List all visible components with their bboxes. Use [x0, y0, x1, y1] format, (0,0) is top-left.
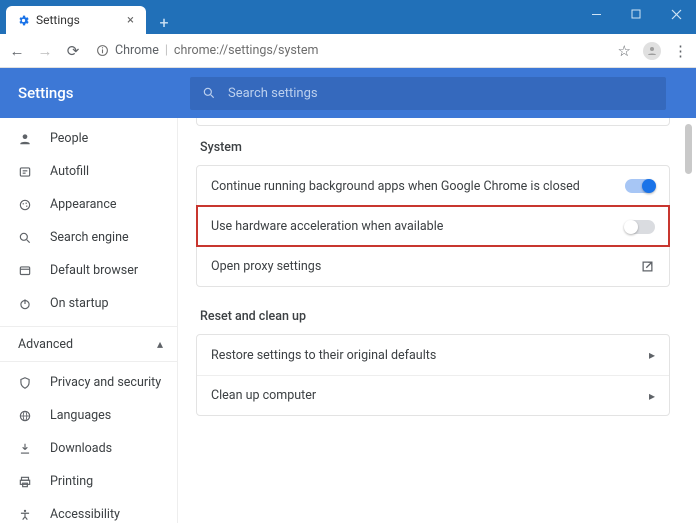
settings-search[interactable]: [190, 77, 666, 110]
sidebar-item-languages[interactable]: Languages: [0, 399, 177, 432]
sidebar-item-downloads[interactable]: Downloads: [0, 432, 177, 465]
setting-restore-defaults[interactable]: Restore settings to their original defau…: [197, 335, 669, 375]
minimize-button[interactable]: [576, 0, 616, 28]
sidebar-item-appearance[interactable]: Appearance: [0, 188, 177, 221]
back-button[interactable]: ←: [8, 42, 26, 60]
sidebar-item-label: Autofill: [50, 164, 89, 179]
sidebar-item-label: Search engine: [50, 230, 129, 245]
sidebar-item-label: Downloads: [50, 441, 112, 456]
sidebar-item-label: Appearance: [50, 197, 117, 212]
bookmark-star-icon[interactable]: ☆: [618, 42, 631, 60]
sidebar-item-label: Default browser: [50, 263, 138, 278]
sidebar-item-label: Printing: [50, 474, 93, 489]
search-icon: [18, 231, 34, 245]
autofill-icon: [18, 165, 34, 179]
tab-title: Settings: [36, 13, 80, 27]
reset-card: Restore settings to their original defau…: [196, 334, 670, 416]
person-icon: [18, 132, 34, 146]
setting-label: Use hardware acceleration when available: [211, 219, 443, 234]
profile-avatar[interactable]: [643, 42, 661, 60]
sidebar-item-default-browser[interactable]: Default browser: [0, 254, 177, 287]
download-icon: [18, 442, 34, 456]
previous-card-edge: [196, 118, 670, 126]
close-icon[interactable]: ×: [125, 13, 136, 28]
chevron-up-icon: ▴: [157, 337, 163, 351]
new-tab-button[interactable]: +: [152, 10, 176, 34]
sidebar-item-accessibility[interactable]: Accessibility: [0, 498, 177, 523]
setting-label: Open proxy settings: [211, 259, 321, 274]
settings-search-input[interactable]: [228, 86, 654, 101]
sidebar-item-search-engine[interactable]: Search engine: [0, 221, 177, 254]
system-card: Continue running background apps when Go…: [196, 165, 670, 287]
browser-tab-settings[interactable]: Settings ×: [6, 6, 146, 34]
setting-hardware-acceleration[interactable]: Use hardware acceleration when available: [197, 206, 669, 246]
sidebar-item-label: Languages: [50, 408, 111, 423]
window-controls: [576, 0, 696, 28]
sidebar-item-on-startup[interactable]: On startup: [0, 287, 177, 320]
shield-icon: [18, 376, 34, 390]
sidebar-item-label: On startup: [50, 296, 108, 311]
menu-kebab-icon[interactable]: ⋮: [673, 42, 688, 60]
setting-background-apps[interactable]: Continue running background apps when Go…: [197, 166, 669, 206]
setting-label: Clean up computer: [211, 388, 316, 403]
external-link-icon: [640, 259, 655, 274]
appearance-icon: [18, 198, 34, 212]
address-bar[interactable]: Chrome | chrome://settings/system: [92, 43, 608, 58]
close-window-button[interactable]: [656, 0, 696, 28]
setting-proxy[interactable]: Open proxy settings: [197, 246, 669, 286]
sidebar-item-autofill[interactable]: Autofill: [0, 155, 177, 188]
sidebar: People Autofill Appearance Search engine…: [0, 118, 178, 523]
accessibility-icon: [18, 508, 34, 522]
toggle-background-apps[interactable]: [625, 179, 655, 193]
setting-label: Restore settings to their original defau…: [211, 348, 436, 363]
power-icon: [18, 297, 34, 311]
search-icon: [202, 86, 216, 100]
sidebar-item-label: People: [50, 131, 88, 146]
chevron-right-icon: ▸: [649, 389, 655, 403]
sidebar-advanced-toggle[interactable]: Advanced ▴: [0, 326, 177, 362]
url-separator: |: [165, 43, 168, 58]
setting-cleanup-computer[interactable]: Clean up computer ▸: [197, 375, 669, 415]
chevron-right-icon: ▸: [649, 348, 655, 362]
url-origin: Chrome: [115, 43, 159, 58]
sidebar-item-label: Accessibility: [50, 507, 120, 522]
gear-icon: [16, 13, 30, 27]
sidebar-item-printing[interactable]: Printing: [0, 465, 177, 498]
sidebar-advanced-label: Advanced: [18, 337, 73, 352]
tab-strip: Settings × +: [0, 0, 176, 34]
scrollbar-thumb[interactable]: [685, 124, 692, 174]
reload-button[interactable]: ⟳: [64, 42, 82, 60]
sidebar-item-label: Privacy and security: [50, 375, 161, 390]
sidebar-item-people[interactable]: People: [0, 122, 177, 155]
window-titlebar: Settings × +: [0, 0, 696, 34]
setting-label: Continue running background apps when Go…: [211, 179, 580, 194]
sidebar-item-privacy[interactable]: Privacy and security: [0, 366, 177, 399]
site-info-icon[interactable]: [96, 44, 109, 57]
section-title-system: System: [200, 140, 670, 155]
page-title: Settings: [0, 84, 190, 102]
url-path: chrome://settings/system: [174, 43, 319, 58]
settings-header: Settings: [0, 68, 696, 118]
printer-icon: [18, 475, 34, 489]
section-title-reset: Reset and clean up: [200, 309, 670, 324]
settings-content: System Continue running background apps …: [178, 118, 696, 523]
globe-icon: [18, 409, 34, 423]
toggle-hardware-acceleration[interactable]: [625, 220, 655, 234]
toolbar: ← → ⟳ Chrome | chrome://settings/system …: [0, 34, 696, 68]
browser-icon: [18, 264, 34, 278]
forward-button[interactable]: →: [36, 42, 54, 60]
maximize-button[interactable]: [616, 0, 656, 28]
